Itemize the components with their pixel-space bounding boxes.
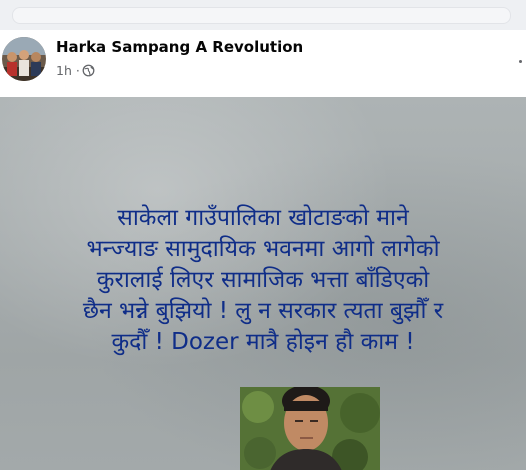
post-meta: 1h · — [56, 63, 95, 78]
post-text: साकेला गाउँपालिका खोटाङको माने भन्ज्याङ … — [0, 203, 526, 358]
facebook-post: Harka Sampang A Revolution 1h · साकेला ग… — [0, 30, 526, 470]
avatar[interactable] — [2, 37, 46, 81]
post-text-line: कुदौँ ! Dozer मात्रै होइन हौ काम ! — [111, 329, 415, 355]
top-strip — [0, 0, 526, 30]
post-time[interactable]: 1h · — [56, 63, 80, 78]
more-options-icon[interactable] — [519, 60, 522, 63]
post-text-line: कुरालाई लिएर सामाजिक भत्ता बाँडिएको — [96, 267, 430, 293]
author-name[interactable]: Harka Sampang A Revolution — [56, 38, 303, 56]
globe-icon[interactable] — [82, 64, 95, 77]
post-text-line: साकेला गाउँपालिका खोटाङको माने — [117, 205, 409, 231]
person-photo — [240, 387, 380, 470]
post-text-line: भन्ज्याङ सामुदायिक भवनमा आगो लागेको — [86, 236, 440, 262]
post-header: Harka Sampang A Revolution 1h · — [0, 30, 526, 96]
comment-bar[interactable] — [12, 7, 511, 24]
post-image[interactable]: साकेला गाउँपालिका खोटाङको माने भन्ज्याङ … — [0, 97, 526, 470]
post-text-line: छैन भन्ने बुझियो ! लु न सरकार त्यता बुझौ… — [82, 298, 444, 324]
